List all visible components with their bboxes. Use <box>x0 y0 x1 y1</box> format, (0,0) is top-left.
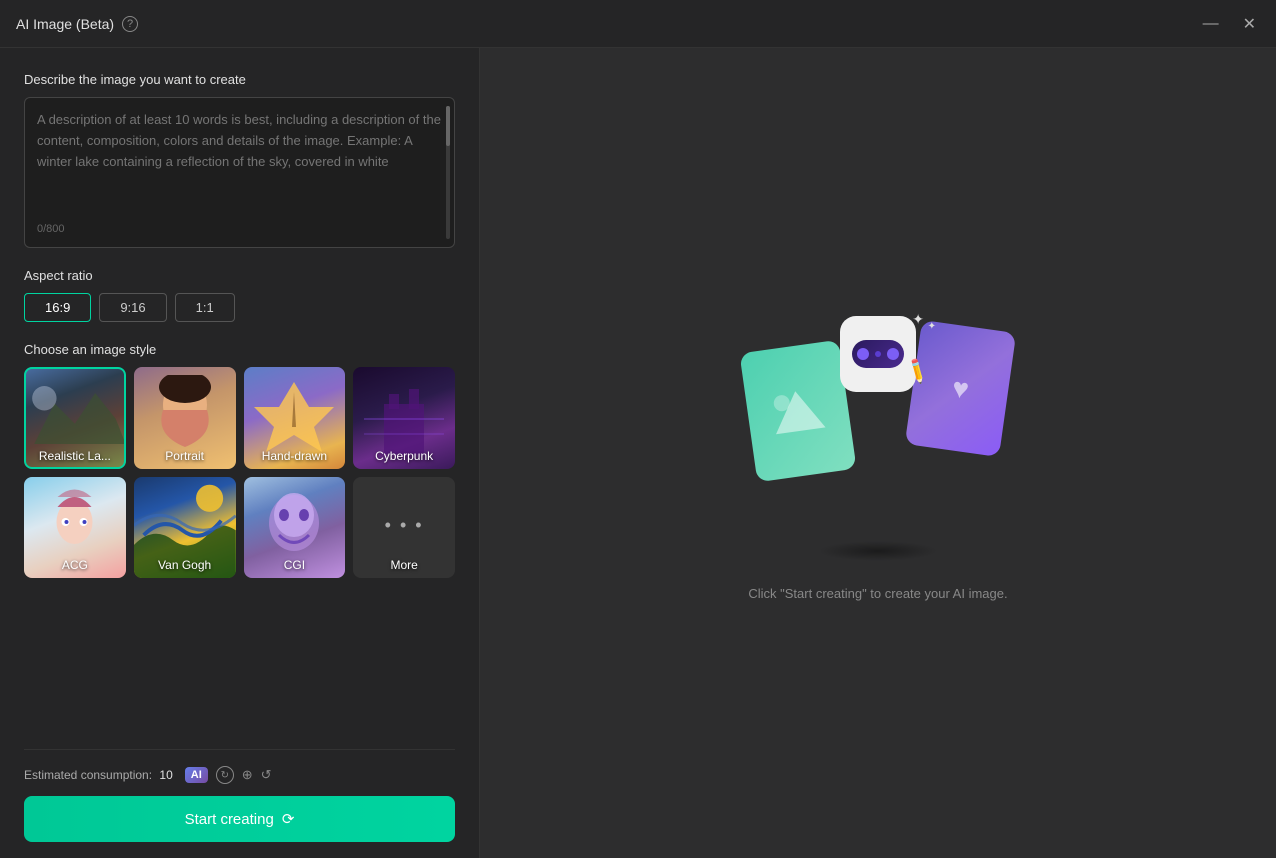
bottom-bar: Estimated consumption: 10 AI ↻ ⊕ ↺ Start… <box>24 749 455 842</box>
robot: ✦ ✦ ✏️ <box>833 316 923 416</box>
description-input[interactable] <box>37 110 442 214</box>
style-acg-label: ACG <box>24 558 126 572</box>
robot-eye-left <box>857 348 869 360</box>
style-cgi-label: CGI <box>244 558 346 572</box>
consumption-row: Estimated consumption: 10 AI ↻ ⊕ ↺ <box>24 766 455 784</box>
style-handdrawn-label: Hand-drawn <box>244 449 346 463</box>
char-count: 0/800 <box>37 223 442 235</box>
app-title: AI Image (Beta) <box>16 16 114 32</box>
start-creating-button[interactable]: Start creating ⟳ <box>24 796 455 842</box>
ratio-1-1-button[interactable]: 1:1 <box>175 293 235 322</box>
style-acg[interactable]: ACG <box>24 477 126 579</box>
close-button[interactable]: ✕ <box>1239 10 1260 38</box>
heart-icon: ♥ <box>950 371 971 405</box>
style-realistic-label: Realistic La... <box>24 449 126 463</box>
plus-icon[interactable]: ⊕ <box>242 767 253 783</box>
robot-visor <box>852 340 904 368</box>
left-panel: Describe the image you want to create 0/… <box>0 48 480 858</box>
ratio-buttons: 16:9 9:16 1:1 <box>24 293 455 322</box>
style-cyberpunk[interactable]: Cyberpunk <box>353 367 455 469</box>
ai-badge: AI <box>185 767 208 783</box>
style-grid: Realistic La... Portrait <box>24 367 455 579</box>
aspect-ratio-label: Aspect ratio <box>24 268 455 283</box>
consumption-label: Estimated consumption: 10 <box>24 768 173 782</box>
robot-eye-right <box>887 348 899 360</box>
illustration: ♥ ✦ ✦ ✏️ <box>748 306 1008 526</box>
style-vangogh[interactable]: Van Gogh <box>134 477 236 579</box>
consumption-value: 10 <box>159 768 172 782</box>
refresh-circle-icon[interactable]: ↻ <box>216 766 234 784</box>
style-portrait[interactable]: Portrait <box>134 367 236 469</box>
style-handdrawn[interactable]: Hand-drawn <box>244 367 346 469</box>
style-cgi[interactable]: CGI <box>244 477 346 579</box>
title-controls: — ✕ <box>1199 10 1260 38</box>
scrollbar-thumb <box>446 106 450 146</box>
style-cyberpunk-label: Cyberpunk <box>353 449 455 463</box>
robot-dot <box>875 351 881 357</box>
refresh-icon[interactable]: ↺ <box>261 767 272 783</box>
minimize-button[interactable]: — <box>1199 10 1223 38</box>
right-panel: ♥ ✦ ✦ ✏️ Click "Start creating" to creat… <box>480 48 1276 858</box>
style-more[interactable]: • • • More <box>353 477 455 579</box>
more-dots: • • • <box>385 515 424 536</box>
style-more-label: More <box>353 558 455 572</box>
scrollbar <box>446 106 450 239</box>
start-btn-label: Start creating <box>185 811 274 828</box>
ratio-16-9-button[interactable]: 16:9 <box>24 293 91 322</box>
description-box: 0/800 <box>24 97 455 248</box>
shadow <box>818 541 938 561</box>
style-vangogh-label: Van Gogh <box>134 558 236 572</box>
ratio-9-16-button[interactable]: 9:16 <box>99 293 166 322</box>
description-label: Describe the image you want to create <box>24 72 455 87</box>
style-portrait-label: Portrait <box>134 449 236 463</box>
title-bar: AI Image (Beta) ? — ✕ <box>0 0 1276 48</box>
start-btn-icon: ⟳ <box>282 810 295 828</box>
aspect-ratio-section: Aspect ratio 16:9 9:16 1:1 <box>24 268 455 322</box>
style-label: Choose an image style <box>24 342 455 357</box>
robot-head: ✦ ✦ ✏️ <box>840 316 916 392</box>
style-section: Choose an image style Realistic La... <box>24 342 455 579</box>
sparkle-icon-2: ✦ <box>928 321 936 332</box>
style-realistic[interactable]: Realistic La... <box>24 367 126 469</box>
hint-text: Click "Start creating" to create your AI… <box>748 586 1007 601</box>
help-icon[interactable]: ? <box>122 16 138 32</box>
main-layout: Describe the image you want to create 0/… <box>0 48 1276 858</box>
sparkle-icon-1: ✦ <box>912 311 924 328</box>
consumption-label-text: Estimated consumption: <box>24 768 152 782</box>
title-left: AI Image (Beta) ? <box>16 16 138 32</box>
